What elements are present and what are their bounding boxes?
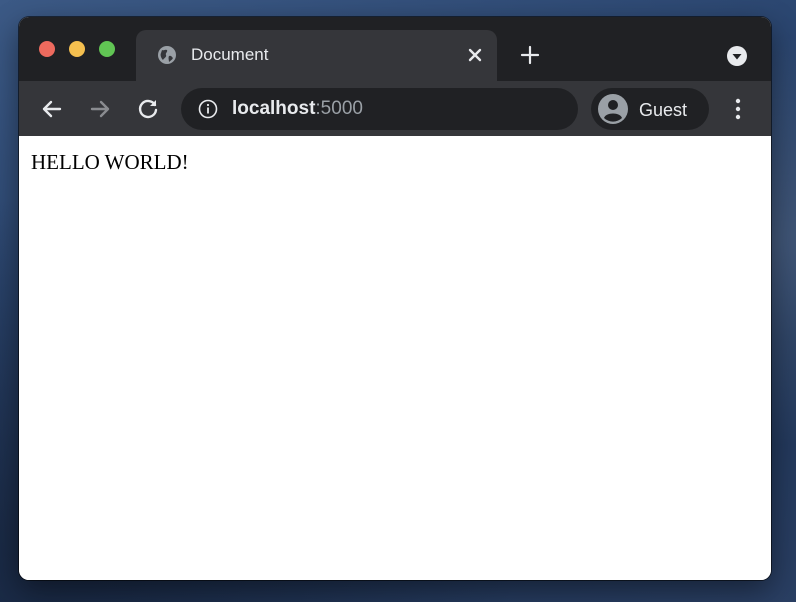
window-maximize-button[interactable] (99, 41, 115, 57)
tab-strip: Document (19, 17, 771, 81)
back-arrow-icon[interactable] (39, 96, 65, 122)
url-port: :5000 (315, 98, 363, 119)
window-minimize-button[interactable] (69, 41, 85, 57)
tab-search-chevron-icon[interactable] (726, 45, 748, 67)
info-icon[interactable] (198, 99, 218, 119)
window-close-button[interactable] (39, 41, 55, 57)
new-tab-plus-icon[interactable] (519, 44, 541, 66)
address-bar[interactable]: localhost:5000 (181, 88, 578, 130)
tab-document[interactable]: Document (136, 30, 497, 81)
url-host: localhost (232, 98, 316, 119)
page-heading-text: HELLO WORLD! (31, 150, 189, 174)
forward-arrow-icon[interactable] (87, 96, 113, 122)
page-viewport: HELLO WORLD! (19, 136, 771, 580)
reload-icon[interactable] (135, 96, 161, 122)
globe-icon (158, 46, 176, 64)
close-icon[interactable] (464, 44, 486, 66)
avatar-icon (598, 94, 628, 124)
browser-toolbar: localhost:5000 Guest (19, 81, 771, 136)
browser-window: Document localhost:5000 Guest HELLO WORL… (19, 17, 771, 580)
tab-title: Document (191, 45, 269, 64)
kebab-menu-icon[interactable] (727, 96, 749, 122)
url-text: localhost:5000 (232, 98, 363, 120)
profile-button[interactable]: Guest (591, 88, 709, 130)
profile-name: Guest (639, 100, 688, 120)
